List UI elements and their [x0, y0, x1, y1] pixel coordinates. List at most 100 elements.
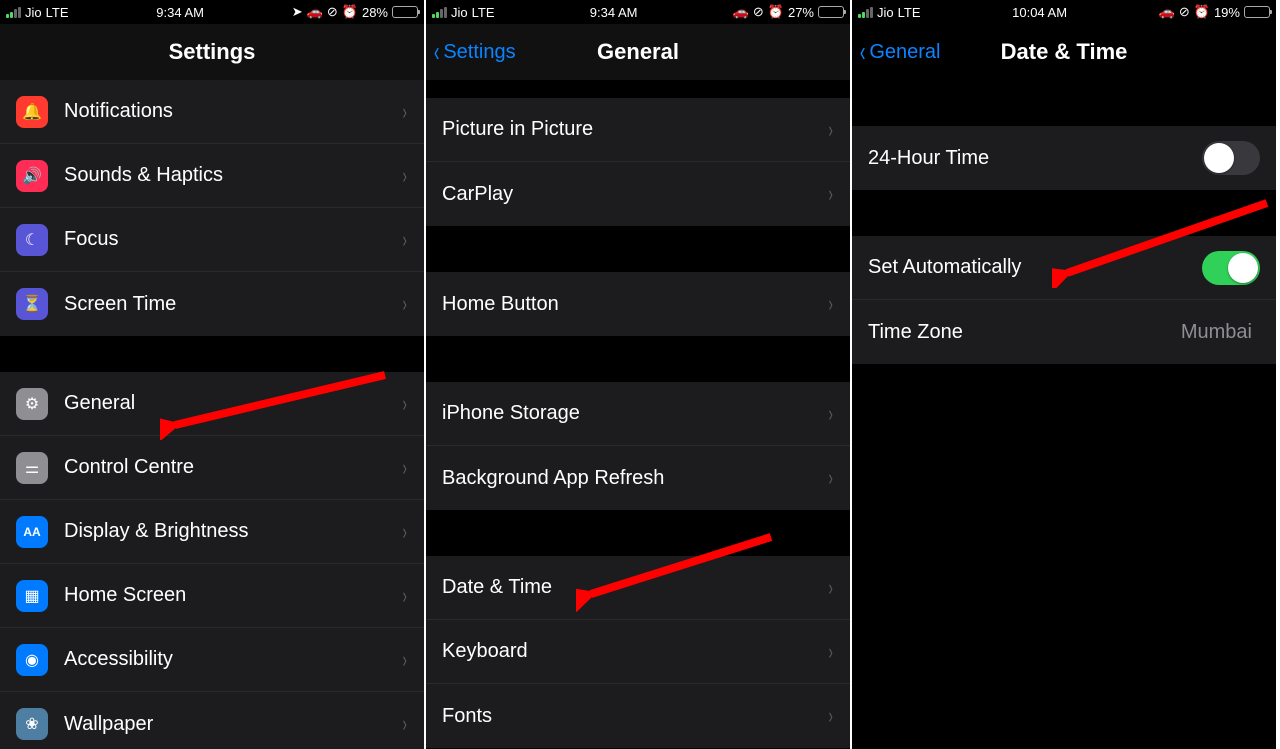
settings-list[interactable]: 🔔 Notifications › 🔊 Sounds & Haptics › ☾…: [0, 80, 424, 749]
row-label: iPhone Storage: [442, 402, 827, 425]
general-screen: Jio LTE 9:34 AM 🚗 ⊘ ⏰ 27% ‹ Settings Gen…: [426, 0, 852, 749]
row-label: Screen Time: [64, 293, 401, 316]
row-notifications[interactable]: 🔔 Notifications ›: [0, 80, 424, 144]
alarm-icon: ⏰: [342, 4, 358, 20]
clock: 10:04 AM: [1012, 5, 1067, 20]
row-label: Time Zone: [868, 321, 1181, 344]
row-label: Control Centre: [64, 456, 401, 479]
nav-bar: Settings: [0, 24, 424, 80]
chevron-right-icon: ›: [402, 99, 406, 125]
row-display-brightness[interactable]: AA Display & Brightness ›: [0, 500, 424, 564]
row-label: Background App Refresh: [442, 467, 827, 490]
toggles-icon: ⚌: [16, 452, 48, 484]
row-background-app-refresh[interactable]: Background App Refresh ›: [426, 446, 850, 510]
row-date-time[interactable]: Date & Time ›: [426, 556, 850, 620]
back-button[interactable]: ‹ Settings: [432, 38, 516, 66]
chevron-right-icon: ›: [402, 227, 406, 253]
chevron-right-icon: ›: [402, 711, 406, 737]
battery-pct: 28%: [362, 5, 388, 20]
car-icon: 🚗: [1159, 4, 1175, 20]
alarm-icon: ⏰: [1194, 4, 1210, 20]
hourglass-icon: ⏳: [16, 288, 48, 320]
person-icon: ◉: [16, 644, 48, 676]
row-set-automatically[interactable]: Set Automatically: [852, 236, 1276, 300]
row-home-button[interactable]: Home Button ›: [426, 272, 850, 336]
text-size-icon: AA: [16, 516, 48, 548]
network-label: LTE: [46, 5, 69, 20]
battery-icon: [818, 6, 844, 18]
chevron-right-icon: ›: [828, 401, 832, 427]
nav-bar: ‹ General Date & Time: [852, 24, 1276, 80]
row-value: Mumbai: [1181, 321, 1252, 344]
row-label: Focus: [64, 228, 401, 251]
row-general[interactable]: ⚙ General ›: [0, 372, 424, 436]
back-button[interactable]: ‹ General: [858, 38, 940, 66]
chevron-right-icon: ›: [828, 117, 832, 143]
row-label: General: [64, 392, 401, 415]
general-list[interactable]: Picture in Picture › CarPlay › Home Butt…: [426, 80, 850, 749]
chevron-right-icon: ›: [402, 583, 406, 609]
settings-screen: Jio LTE 9:34 AM ➤ 🚗 ⊘ ⏰ 28% Settings 🔔 N…: [0, 0, 426, 749]
chevron-right-icon: ›: [828, 703, 832, 729]
chevron-right-icon: ›: [828, 465, 832, 491]
row-iphone-storage[interactable]: iPhone Storage ›: [426, 382, 850, 446]
battery-pct: 19%: [1214, 5, 1240, 20]
signal-icon: [432, 7, 447, 18]
chevron-left-icon: ‹: [860, 38, 866, 66]
row-control-centre[interactable]: ⚌ Control Centre ›: [0, 436, 424, 500]
row-label: Date & Time: [442, 576, 827, 599]
clock: 9:34 AM: [156, 5, 204, 20]
row-home-screen[interactable]: ▦ Home Screen ›: [0, 564, 424, 628]
page-title: Settings: [169, 39, 256, 65]
toggle-set-automatically[interactable]: [1202, 251, 1260, 285]
orientation-lock-icon: ⊘: [753, 4, 764, 20]
row-label: Set Automatically: [868, 256, 1202, 279]
chevron-right-icon: ›: [828, 291, 832, 317]
speaker-icon: 🔊: [16, 160, 48, 192]
battery-pct: 27%: [788, 5, 814, 20]
row-keyboard[interactable]: Keyboard ›: [426, 620, 850, 684]
chevron-right-icon: ›: [402, 647, 406, 673]
chevron-right-icon: ›: [402, 291, 406, 317]
status-bar: Jio LTE 10:04 AM 🚗 ⊘ ⏰ 19%: [852, 0, 1276, 24]
row-label: Fonts: [442, 705, 827, 728]
chevron-right-icon: ›: [828, 639, 832, 665]
row-24-hour-time[interactable]: 24-Hour Time: [852, 126, 1276, 190]
row-wallpaper[interactable]: ❀ Wallpaper ›: [0, 692, 424, 749]
row-label: Home Screen: [64, 584, 401, 607]
row-label: Picture in Picture: [442, 118, 827, 141]
chevron-right-icon: ›: [402, 519, 406, 545]
row-label: Home Button: [442, 293, 827, 316]
date-time-screen: Jio LTE 10:04 AM 🚗 ⊘ ⏰ 19% ‹ General Dat…: [852, 0, 1278, 749]
signal-icon: [6, 7, 21, 18]
row-focus[interactable]: ☾ Focus ›: [0, 208, 424, 272]
chevron-right-icon: ›: [402, 391, 406, 417]
flower-icon: ❀: [16, 708, 48, 740]
row-time-zone[interactable]: Time Zone Mumbai: [852, 300, 1276, 364]
carrier-label: Jio: [25, 5, 42, 20]
row-label: Keyboard: [442, 640, 827, 663]
back-label: General: [869, 41, 940, 64]
row-picture-in-picture[interactable]: Picture in Picture ›: [426, 98, 850, 162]
chevron-right-icon: ›: [828, 575, 832, 601]
row-screen-time[interactable]: ⏳ Screen Time ›: [0, 272, 424, 336]
row-accessibility[interactable]: ◉ Accessibility ›: [0, 628, 424, 692]
row-sounds-haptics[interactable]: 🔊 Sounds & Haptics ›: [0, 144, 424, 208]
page-title: General: [597, 39, 679, 65]
row-label: Wallpaper: [64, 713, 401, 736]
row-label: 24-Hour Time: [868, 147, 1202, 170]
row-carplay[interactable]: CarPlay ›: [426, 162, 850, 226]
location-icon: ➤: [292, 4, 303, 20]
date-time-list[interactable]: 24-Hour Time Set Automatically Time Zone…: [852, 80, 1276, 749]
row-label: Accessibility: [64, 648, 401, 671]
row-label: Sounds & Haptics: [64, 164, 401, 187]
battery-icon: [392, 6, 418, 18]
status-bar: Jio LTE 9:34 AM 🚗 ⊘ ⏰ 27%: [426, 0, 850, 24]
nav-bar: ‹ Settings General: [426, 24, 850, 80]
chevron-left-icon: ‹: [434, 38, 440, 66]
battery-icon: [1244, 6, 1270, 18]
alarm-icon: ⏰: [768, 4, 784, 20]
row-fonts[interactable]: Fonts ›: [426, 684, 850, 748]
row-label: Display & Brightness: [64, 520, 401, 543]
toggle-24-hour[interactable]: [1202, 141, 1260, 175]
